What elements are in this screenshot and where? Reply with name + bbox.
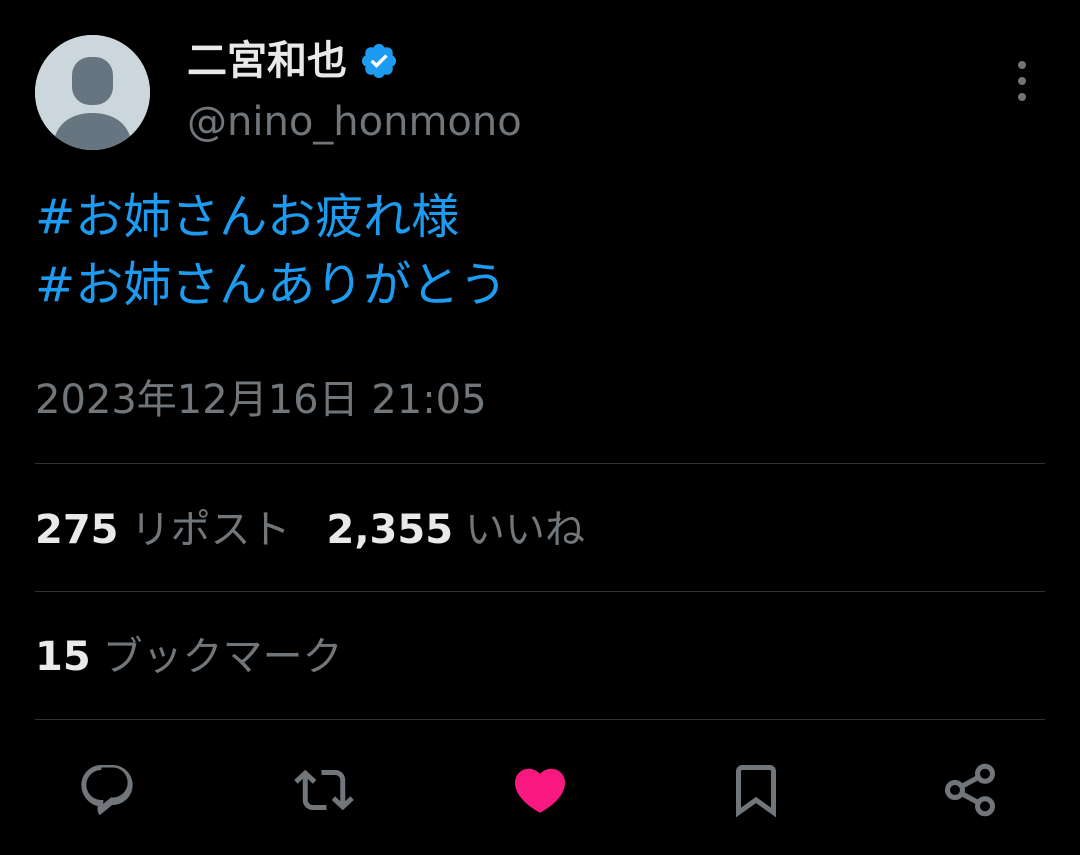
divider [35, 719, 1045, 720]
repost-icon [294, 769, 354, 811]
likes-stat[interactable]: 2,355 いいね [327, 502, 586, 558]
default-avatar-icon [35, 35, 150, 150]
reposts-label: リポスト [130, 507, 291, 553]
display-name[interactable]: 二宮和也 [187, 35, 347, 87]
reply-button[interactable] [72, 755, 142, 825]
bookmark-button[interactable] [721, 755, 791, 825]
share-icon [945, 763, 995, 817]
like-button[interactable] [505, 755, 575, 825]
tweet-text: #お姉さんお疲れ様 #お姉さんありがとう [35, 183, 507, 319]
avatar[interactable] [35, 35, 150, 150]
share-button[interactable] [935, 755, 1005, 825]
more-options-button[interactable] [1005, 58, 1039, 104]
more-icon [1018, 61, 1026, 101]
reposts-stat[interactable]: 275 リポスト [35, 502, 291, 558]
reposts-count: 275 [35, 507, 119, 553]
hashtag-link[interactable]: #お姉さんお疲れ様 [35, 183, 507, 251]
user-handle[interactable]: @nino_honmono [187, 97, 522, 147]
bookmark-icon [736, 765, 776, 818]
display-name-row[interactable]: 二宮和也 [187, 35, 399, 87]
divider [35, 463, 1045, 464]
repost-button[interactable] [289, 755, 359, 825]
verified-badge-icon [361, 43, 397, 79]
hashtag-link[interactable]: #お姉さんありがとう [35, 251, 507, 319]
bookmarks-label: ブックマーク [102, 634, 343, 680]
like-icon [514, 768, 566, 813]
likes-count: 2,355 [326, 507, 454, 553]
bookmarks-stat[interactable]: 15 ブックマーク [35, 629, 343, 685]
likes-label: いいね [465, 507, 586, 553]
action-bar [0, 755, 1080, 825]
bookmarks-count: 15 [35, 634, 91, 680]
tweet-timestamp[interactable]: 2023年12月16日 21:05 [35, 372, 487, 428]
divider [35, 591, 1045, 592]
engagement-stats: 275 リポスト 2,355 いいね [35, 502, 585, 558]
reply-icon [81, 765, 133, 816]
